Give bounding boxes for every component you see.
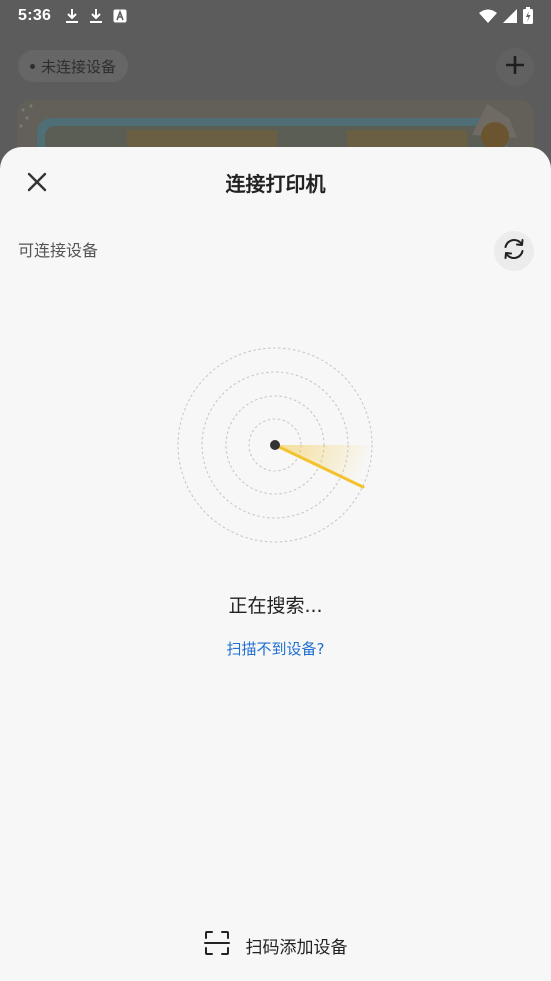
download-icon (65, 8, 79, 24)
connection-status-chip: 未连接设备 (18, 50, 129, 82)
status-right-icons (479, 7, 533, 24)
scan-add-label: 扫码添加设备 (245, 937, 348, 958)
scan-icon (203, 930, 230, 960)
add-device-button (496, 48, 534, 86)
wifi-icon (479, 9, 497, 23)
available-devices-label: 可连接设备 (18, 241, 99, 260)
app-notification-icon (113, 9, 127, 23)
refresh-button[interactable] (494, 231, 534, 271)
cannot-find-device-link[interactable]: 扫描不到设备? (0, 637, 551, 661)
refresh-icon (501, 236, 527, 266)
status-time: 5:36 (18, 6, 52, 24)
status-bar: 5:36 (0, 0, 551, 31)
radar-scan-animation (175, 345, 375, 545)
battery-icon (523, 7, 533, 24)
download-icon (89, 8, 103, 24)
searching-status: 正在搜索... (228, 595, 323, 617)
status-dot (30, 63, 35, 69)
status-left-icons (65, 8, 127, 24)
connect-printer-sheet: 连接打印机 可连接设备 正在搜索... 扫描不到设备? 扫码添加设备 (0, 147, 551, 981)
signal-icon (503, 8, 517, 23)
sheet-title: 连接打印机 (225, 172, 326, 196)
plus-icon (505, 55, 525, 79)
background-app: 未连接设备 (0, 31, 551, 170)
scan-to-add-device-button[interactable]: 扫码添加设备 (0, 927, 551, 963)
connection-status-label: 未连接设备 (41, 57, 117, 76)
